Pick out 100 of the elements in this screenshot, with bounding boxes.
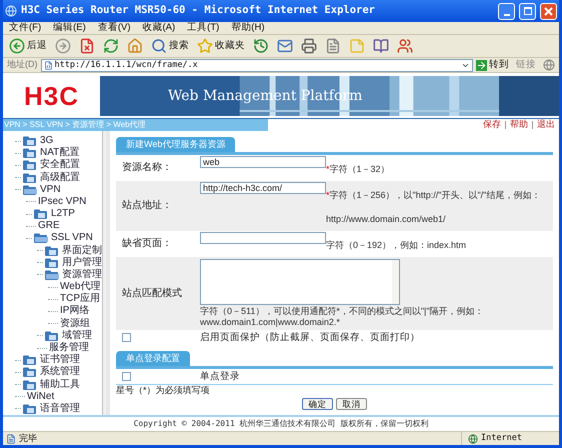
checkbox[interactable] — [122, 372, 131, 381]
folder-icon — [23, 172, 38, 183]
input-field[interactable]: http://tech-h3c.com/ — [200, 182, 326, 194]
go-button[interactable]: 转到 — [476, 58, 509, 72]
address-field[interactable]: http://16.1.1.1/wcn/frame/.x — [40, 58, 473, 72]
globe-icon — [543, 59, 555, 71]
header-link[interactable]: 退出 — [537, 118, 555, 132]
tree-item[interactable]: 证书管理 — [40, 354, 80, 366]
menu-item[interactable]: 编辑(E) — [53, 20, 86, 36]
folder-icon — [23, 148, 38, 158]
zone-text: Internet — [481, 432, 522, 445]
home-icon — [127, 38, 143, 54]
menu-item[interactable]: 文件(F) — [9, 20, 42, 36]
folder-icon — [23, 380, 38, 390]
search-icon — [151, 38, 167, 54]
hint-text: *字符（1－32） — [326, 164, 390, 174]
tree-item[interactable]: 服务管理 — [49, 342, 89, 354]
tree-item[interactable]: 系统管理 — [40, 366, 80, 378]
breadcrumb: VPN > SSL VPN > 资源管理 > Web代理 — [4, 119, 146, 131]
printer-icon — [301, 38, 317, 54]
history-icon — [253, 38, 269, 54]
field-label: 站点匹配模式 — [122, 286, 182, 301]
tree-item[interactable]: L2TP — [51, 208, 75, 220]
copyright: Copyright © 2004-2011 杭州华三通信技术有限公司 版权所有，保留一切权利 — [134, 418, 428, 430]
tree-item[interactable]: VPN — [40, 184, 61, 196]
form-button[interactable]: 取消 — [336, 398, 367, 410]
browser-icon — [5, 5, 17, 17]
tree-item[interactable]: 界面定制 — [62, 244, 102, 257]
folder-icon — [34, 209, 49, 220]
checkbox[interactable] — [122, 333, 131, 342]
tree-item[interactable]: TCP应用 — [60, 293, 100, 306]
stop-icon — [79, 38, 95, 54]
people-icon — [397, 38, 413, 54]
menu-item[interactable]: 工具(T) — [187, 20, 220, 36]
document-icon — [325, 38, 341, 54]
folder-icon — [45, 258, 60, 268]
toolbar-button[interactable]: 后退 — [7, 36, 49, 56]
book-icon — [373, 38, 389, 54]
tree-item[interactable]: WiNet — [27, 390, 54, 403]
tree-item[interactable]: 资源组 — [60, 318, 90, 330]
tree-item[interactable]: 资源管理 — [62, 268, 102, 281]
required-note: 星号（*）为必须填写项 — [116, 385, 211, 396]
toolbar-button[interactable]: 收藏夹 — [195, 36, 247, 56]
open-folder-icon — [34, 233, 49, 244]
toolbar-button[interactable] — [53, 36, 73, 56]
tree-item[interactable]: 高级配置 — [40, 172, 80, 184]
header-link[interactable]: 保存 — [483, 118, 501, 132]
tree-item[interactable]: 域管理 — [62, 330, 92, 342]
folder-icon — [23, 136, 38, 146]
star-icon — [197, 38, 213, 54]
checkbox-label: 单点登录 — [200, 371, 240, 382]
tree-item[interactable]: GRE — [38, 220, 60, 232]
window-title: H3C Series Router MSR50-60 - Microsoft Internet Explorer — [21, 3, 376, 18]
tree-item[interactable]: 3G — [40, 135, 54, 148]
tree-item[interactable]: NAT配置 — [40, 147, 80, 160]
tree-item[interactable]: SSL VPN — [51, 232, 93, 244]
input-field[interactable] — [200, 232, 326, 244]
folder-icon — [23, 404, 38, 414]
tree-item[interactable]: 语音管理 — [40, 402, 80, 415]
maximize-button[interactable] — [519, 2, 536, 20]
menu-item[interactable]: 帮助(H) — [231, 20, 264, 36]
mail-icon — [277, 38, 293, 54]
tree-item[interactable]: 辅助工具 — [40, 378, 80, 391]
forward-icon — [55, 38, 71, 54]
address-label: 地址(D) — [7, 58, 38, 72]
menu-item[interactable]: 收藏(A) — [142, 20, 176, 36]
tree-item[interactable]: IP网络 — [60, 305, 90, 318]
folder-icon — [23, 367, 38, 378]
folder-icon — [45, 246, 60, 256]
page-icon — [6, 434, 16, 444]
field-label: 站点地址： — [122, 200, 172, 212]
menu-item[interactable]: 查看(V) — [98, 20, 130, 36]
field-label: 资源名称： — [122, 162, 172, 174]
toolbar-button[interactable] — [299, 36, 319, 56]
back-icon — [9, 38, 25, 54]
refresh-icon — [103, 38, 119, 54]
header-link[interactable]: 帮助 — [510, 118, 528, 132]
text-area[interactable] — [200, 259, 400, 305]
input-field[interactable]: web — [200, 156, 326, 168]
field-label: 缺省页面： — [122, 238, 172, 250]
logo: H3C — [24, 80, 79, 112]
tree-item[interactable]: IPsec VPN — [38, 196, 86, 208]
status-text: 完毕 — [19, 432, 38, 445]
tree-item[interactable]: Web代理 — [60, 281, 100, 294]
globe-icon — [468, 434, 478, 444]
hint-text: 字符（0－511），可以使用通配符*，不同的模式之间以"|"隔开，例如：www.domain1.com|www.domain2.* — [200, 306, 485, 328]
minimize-button[interactable] — [498, 2, 515, 20]
hint-text: 字符（0－192），例如：index.htm — [326, 240, 466, 250]
tree-item[interactable]: 安全配置 — [40, 159, 80, 172]
note-icon — [349, 38, 365, 54]
toolbar-button[interactable]: 搜索 — [149, 36, 191, 56]
page-icon — [44, 60, 52, 70]
tree-item[interactable]: 用户管理 — [62, 256, 102, 269]
form-button[interactable]: 确定 — [302, 398, 333, 410]
folder-icon — [23, 160, 38, 170]
close-icon — [544, 6, 553, 16]
close-button[interactable] — [540, 2, 557, 20]
folder-icon — [23, 355, 38, 366]
hint-text: *字符（1－256），以"http://"开头、以"/"结尾，例如：http://www.domain.com/web1/ — [326, 190, 540, 224]
open-folder-icon — [45, 270, 60, 280]
